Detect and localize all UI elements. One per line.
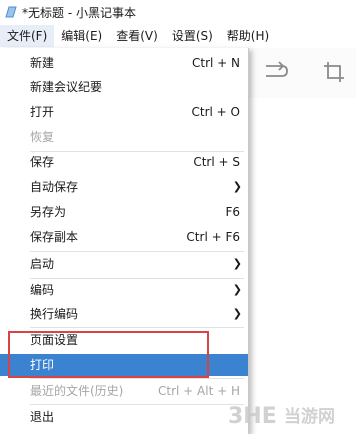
menu-edit[interactable]: 编辑(E): [54, 25, 109, 47]
menu-item-shortcut: Ctrl + F6: [186, 230, 240, 244]
menu-item-line-ending[interactable]: 换行编码 ❯: [0, 303, 248, 325]
menu-item-label: 自动保存: [30, 180, 79, 194]
menu-item-recent-files: 最近的文件(历史) Ctrl + Alt + H: [0, 380, 248, 402]
menu-item-autosave[interactable]: 自动保存 ❯: [0, 176, 248, 198]
menu-item-save-copy[interactable]: 保存副本 Ctrl + F6: [0, 226, 248, 248]
menu-separator: [30, 251, 244, 252]
menu-item-label: 页面设置: [30, 333, 79, 347]
watermark-logo: 3HE 当游网: [228, 400, 348, 430]
menu-item-page-setup[interactable]: 页面设置: [0, 329, 248, 351]
svg-text:3HE: 3HE: [228, 404, 277, 429]
menu-item-label: 打开: [30, 105, 55, 119]
menu-item-label: 编码: [30, 283, 55, 297]
menu-item-exit[interactable]: 退出: [0, 406, 248, 428]
menu-item-open[interactable]: 打开 Ctrl + O: [0, 101, 248, 123]
watermark-3he-logo: 3HE 当游网: [228, 404, 335, 429]
menu-item-shortcut: Ctrl + Alt + H: [158, 384, 240, 398]
menu-item-encoding[interactable]: 编码 ❯: [0, 279, 248, 301]
chevron-right-icon: ❯: [232, 180, 242, 193]
chevron-right-icon: ❯: [232, 307, 242, 320]
menu-item-recover: 恢复: [0, 126, 248, 148]
menu-help[interactable]: 帮助(H): [220, 25, 276, 47]
menu-item-label: 新建: [30, 56, 55, 70]
menu-item-shortcut: Ctrl + S: [193, 155, 240, 169]
redo-icon[interactable]: [262, 60, 290, 82]
svg-text:当游网: 当游网: [284, 406, 335, 427]
file-menu-dropdown: 新建 Ctrl + N 新建会议纪要 打开 Ctrl + O 恢复 保存 Ctr…: [0, 48, 249, 434]
menu-item-new-meeting-notes[interactable]: 新建会议纪要: [0, 76, 248, 98]
menu-item-save-as[interactable]: 另存为 F6: [0, 201, 248, 223]
menu-item-label: 新建会议纪要: [30, 80, 103, 94]
menu-item-new[interactable]: 新建 Ctrl + N: [0, 52, 248, 74]
menu-file[interactable]: 文件(F): [0, 25, 55, 47]
menu-item-shortcut: Ctrl + O: [191, 105, 240, 119]
menu-separator: [30, 327, 244, 328]
title-bar: *无标题 - 小黑记事本: [0, 0, 356, 24]
chevron-right-icon: ❯: [232, 257, 242, 270]
menu-item-label: 启动: [30, 257, 55, 271]
menu-separator: [30, 404, 244, 405]
menu-separator: [30, 378, 244, 379]
notepad-app-icon: [5, 6, 17, 18]
menu-item-label: 最近的文件(历史): [30, 384, 124, 398]
chevron-right-icon: ❯: [232, 283, 242, 296]
menu-bar: 文件(F) 编辑(E) 查看(V) 设置(S) 帮助(H): [0, 24, 356, 48]
window-title: *无标题 - 小黑记事本: [22, 5, 136, 20]
menu-item-print[interactable]: 打印: [0, 354, 248, 376]
menu-item-shortcut: Ctrl + N: [191, 56, 240, 70]
menu-settings[interactable]: 设置(S): [165, 25, 220, 47]
menu-item-save[interactable]: 保存 Ctrl + S: [0, 151, 248, 173]
menu-item-label: 另存为: [30, 205, 67, 219]
menu-item-label: 保存: [30, 155, 55, 169]
menu-item-label: 恢复: [30, 130, 55, 144]
menu-item-label: 换行编码: [30, 307, 79, 321]
menu-item-shortcut: F6: [225, 205, 240, 219]
menu-item-label: 保存副本: [30, 230, 79, 244]
menu-view[interactable]: 查看(V): [109, 25, 165, 47]
menu-item-label: 退出: [30, 410, 55, 424]
menu-item-startup[interactable]: 启动 ❯: [0, 253, 248, 275]
crop-icon[interactable]: [322, 60, 346, 84]
menu-item-label: 打印: [30, 358, 55, 372]
